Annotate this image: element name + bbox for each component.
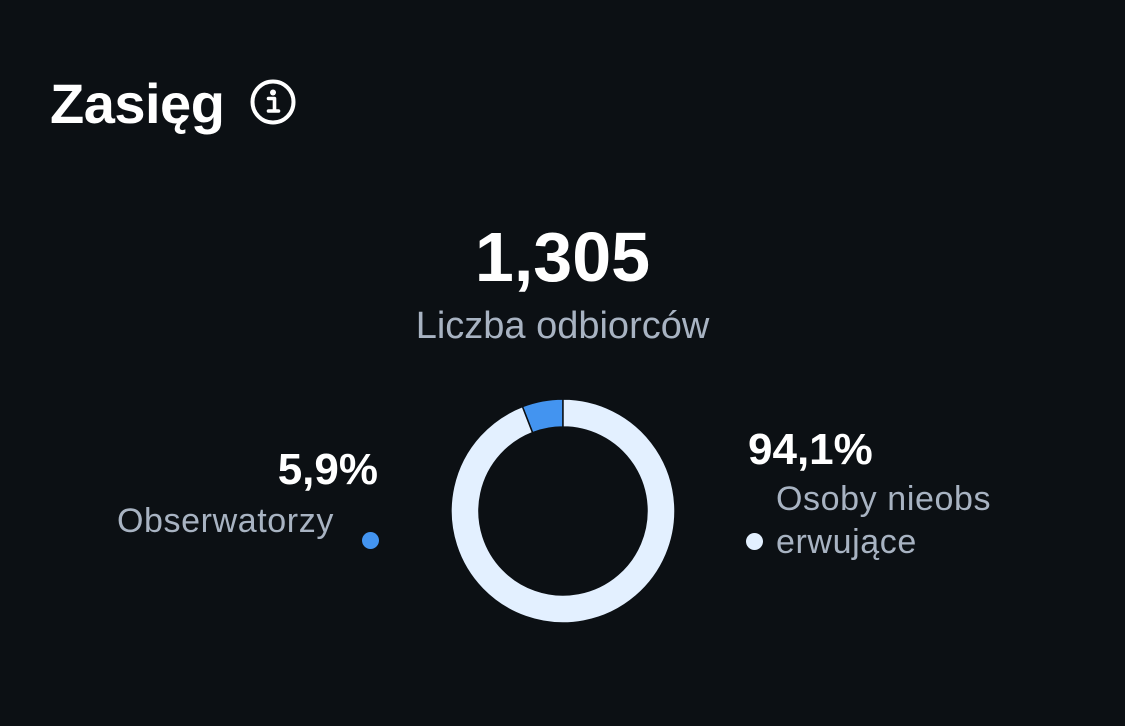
info-icon-graphic	[250, 79, 296, 125]
total-reach-label: Liczba odbiorców	[415, 305, 710, 347]
info-icon[interactable]	[250, 79, 296, 125]
non-followers-percent: 94,1%	[748, 425, 873, 474]
non-followers-legend-dot	[746, 533, 763, 550]
card-header: Zasięg	[50, 76, 296, 132]
reach-card: Zasięg 1,305 Liczba odbiorców 5,9% Obser…	[0, 0, 1125, 726]
total-reach-value: 1,305	[474, 218, 651, 296]
card-title: Zasięg	[50, 72, 225, 135]
donut-slice-non-followers	[450, 398, 676, 624]
reach-donut-chart	[450, 398, 676, 624]
followers-legend-dot	[362, 532, 379, 549]
followers-label: Obserwatorzy	[117, 502, 334, 540]
non-followers-label: Osoby nieobserwujące	[776, 480, 992, 561]
followers-percent: 5,9%	[277, 445, 378, 494]
